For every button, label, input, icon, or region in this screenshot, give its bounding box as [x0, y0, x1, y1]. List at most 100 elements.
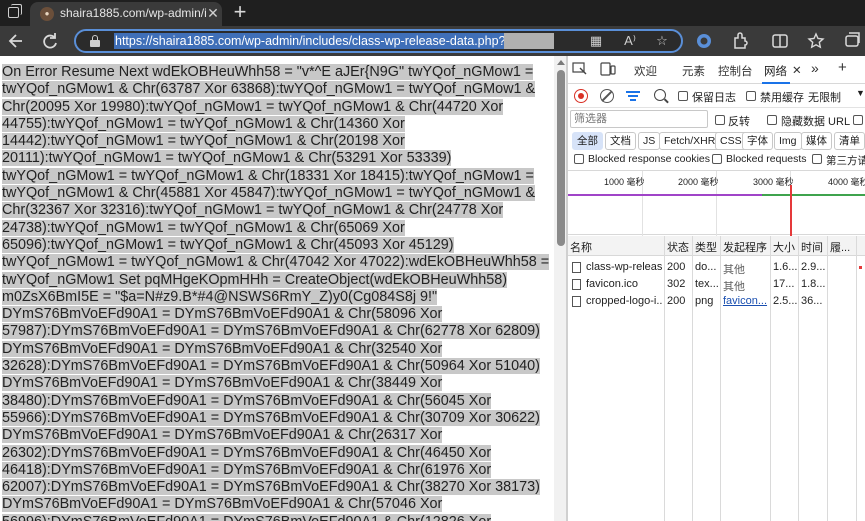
- table-row[interactable]: cropped-logo-i... 200 png favicon... 2.5…: [568, 293, 865, 310]
- col-status[interactable]: 状态: [667, 239, 689, 255]
- code-line: 57987):DYmS76BmVoEFd90A1 = DYmS76BmVoEFd…: [2, 323, 550, 340]
- third-party-checkbox[interactable]: [812, 154, 822, 164]
- code-line-text: 24738):twYQof_nGMow1 = twYQof_nGMow1 & C…: [2, 219, 405, 236]
- blocked-cookies-checkbox[interactable]: [574, 154, 584, 164]
- add-tab-icon[interactable]: +: [838, 59, 847, 76]
- url-text[interactable]: https://shaira1885.com/wp-admin/includes…: [114, 33, 543, 49]
- code-line: DYmS76BmVoEFd90A1 = DYmS76BmVoEFd90A1 & …: [2, 375, 550, 392]
- code-line: twYQof_nGMow1 & Chr(63787 Xor 63868):twY…: [2, 81, 550, 98]
- code-line-text: twYQof_nGMow1 = twYQof_nGMow1 & Chr(4704…: [2, 254, 550, 271]
- filter-icon[interactable]: [626, 90, 640, 102]
- code-line-text: twYQof_nGMow1 = twYQof_nGMow1 & Chr(1833…: [2, 167, 534, 184]
- code-line: 55966):DYmS76BmVoEFd90A1 = DYmS76BmVoEFd…: [2, 409, 550, 427]
- code-line-text: 14442):twYQof_nGMow1 = twYQof_nGMow1 & C…: [2, 133, 405, 150]
- clear-icon[interactable]: [600, 89, 614, 103]
- col-size[interactable]: 大小: [773, 239, 795, 255]
- page-content: On Error Resume Next wdEkOBHeuWhh58 = "v…: [0, 56, 568, 521]
- url-redaction: [504, 33, 554, 49]
- device-toolbar-icon[interactable]: [600, 62, 616, 76]
- code-line-text: 55966):DYmS76BmVoEFd90A1 = DYmS76BmVoEFd…: [2, 409, 540, 426]
- scroll-thumb[interactable]: [557, 70, 565, 246]
- code-line-text: 20111):twYQof_nGMow1 = twYQof_nGMow1 & C…: [2, 150, 452, 167]
- throttle-dropdown-icon[interactable]: ▼: [856, 88, 865, 98]
- preserve-log-checkbox[interactable]: [678, 91, 688, 101]
- chip-all[interactable]: 全部: [572, 132, 603, 150]
- filter-input[interactable]: [574, 112, 704, 126]
- tab-active[interactable]: ● shaira1885.com/wp-admin/includ ✕: [30, 2, 222, 26]
- code-line: On Error Resume Next wdEkOBHeuWhh58 = "v…: [2, 64, 550, 81]
- timeline-label: 2000 毫秒: [678, 177, 719, 187]
- code-line-text: 38480):DYmS76BmVoEFd90A1 = DYmS76BmVoEFd…: [2, 392, 492, 409]
- chip-media[interactable]: 媒体: [801, 132, 832, 150]
- script-text: On Error Resume Next wdEkOBHeuWhh58 = "v…: [2, 64, 550, 521]
- third-party-label: 第三方请: [826, 155, 865, 167]
- disable-cache-label: 禁用缓存: [760, 92, 804, 104]
- tab-console[interactable]: 控制台: [718, 63, 753, 79]
- network-timeline[interactable]: 1000 毫秒 2000 毫秒 3000 毫秒 4000 毫秒: [568, 170, 865, 236]
- code-line: DYmS76BmVoEFd90A1 = DYmS76BmVoEFd90A1 & …: [2, 427, 550, 444]
- chip-fetch-xhr[interactable]: Fetch/XHR: [659, 132, 721, 150]
- scroll-up-icon[interactable]: [557, 60, 565, 65]
- tab-welcome[interactable]: 欢迎: [634, 63, 657, 79]
- invert-checkbox[interactable]: [715, 115, 725, 125]
- more-filters-checkbox[interactable]: [853, 115, 863, 125]
- file-icon: [572, 279, 581, 290]
- favorite-star-icon[interactable]: ☆: [652, 32, 672, 50]
- col-waterfall[interactable]: 履...: [830, 239, 850, 255]
- read-aloud-icon[interactable]: A⁾: [620, 32, 640, 50]
- request-initiator: 其他: [723, 281, 745, 293]
- devtools-tabs: 欢迎 元素 控制台 网络 ✕ » +: [568, 56, 865, 84]
- back-arrow-icon[interactable]: [6, 29, 26, 53]
- blocked-requests-checkbox[interactable]: [712, 154, 722, 164]
- col-name[interactable]: 名称: [570, 239, 592, 255]
- resource-type-filters: 全部 文档 JS Fetch/XHR CSS 字体 Img 媒体 清单: [568, 132, 865, 152]
- tab-network[interactable]: 网络: [764, 63, 787, 79]
- timeline-label: 3000 毫秒: [753, 177, 794, 187]
- more-tabs-icon[interactable]: »: [811, 60, 819, 76]
- address-bar[interactable]: https://shaira1885.com/wp-admin/includes…: [74, 29, 683, 53]
- split-screen-icon[interactable]: [770, 29, 790, 53]
- col-initiator[interactable]: 发起程序: [723, 239, 767, 255]
- tab-bar: ● shaira1885.com/wp-admin/includ ✕ +: [0, 0, 865, 26]
- table-row[interactable]: favicon.ico 302 tex... 其他 17... 1.8...: [568, 276, 865, 293]
- throttle-select[interactable]: 无限制: [808, 89, 841, 105]
- refresh-icon[interactable]: [40, 29, 60, 53]
- chip-manifest[interactable]: 清单: [834, 132, 865, 150]
- extension-profile-icon[interactable]: [694, 29, 714, 53]
- tab-close-icon[interactable]: ✕: [206, 4, 220, 22]
- chip-font[interactable]: 字体: [742, 132, 773, 150]
- code-line: 32628):DYmS76BmVoEFd90A1 = DYmS76BmVoEFd…: [2, 358, 550, 375]
- code-line: 24738):twYQof_nGMow1 = twYQof_nGMow1 & C…: [2, 219, 550, 237]
- tab-actions-icon[interactable]: [0, 0, 28, 26]
- timeline-bar-dom: [568, 194, 762, 196]
- search-icon[interactable]: [654, 89, 666, 101]
- chip-img[interactable]: Img: [774, 132, 802, 150]
- request-type: tex...: [695, 278, 719, 290]
- code-line-text: DYmS76BmVoEFd90A1 = DYmS76BmVoEFd90A1 & …: [2, 375, 443, 392]
- tab-network-close-icon[interactable]: ✕: [792, 63, 802, 77]
- preserve-log-label: 保留日志: [692, 92, 736, 104]
- disable-cache-checkbox[interactable]: [746, 91, 756, 101]
- filter-field[interactable]: [570, 110, 708, 128]
- timeline-label: 1000 毫秒: [604, 177, 645, 187]
- app-available-icon[interactable]: ▦: [586, 32, 606, 50]
- favorites-icon[interactable]: [806, 29, 826, 53]
- request-status: 302: [667, 278, 686, 290]
- lock-icon[interactable]: [90, 35, 100, 47]
- hide-data-urls-checkbox[interactable]: [767, 115, 777, 125]
- code-line: 20111):twYQof_nGMow1 = twYQof_nGMow1 & C…: [2, 150, 550, 167]
- new-tab-button[interactable]: +: [230, 1, 250, 23]
- extensions-icon[interactable]: [730, 29, 750, 53]
- collections-icon[interactable]: [842, 29, 862, 53]
- col-type[interactable]: 类型: [695, 239, 717, 255]
- request-initiator-link[interactable]: favicon...: [723, 295, 769, 307]
- inspect-element-icon[interactable]: [572, 62, 588, 76]
- chip-doc[interactable]: 文档: [605, 132, 636, 150]
- record-icon[interactable]: [574, 89, 588, 103]
- blocked-requests-label: Blocked requests: [726, 153, 807, 165]
- table-row[interactable]: class-wp-releas... 200 do... 其他 1.6... 2…: [568, 259, 865, 276]
- col-time[interactable]: 时间: [801, 239, 823, 255]
- chip-js[interactable]: JS: [638, 132, 661, 150]
- code-line: 46418):DYmS76BmVoEFd90A1 = DYmS76BmVoEFd…: [2, 461, 550, 479]
- tab-elements[interactable]: 元素: [682, 63, 705, 79]
